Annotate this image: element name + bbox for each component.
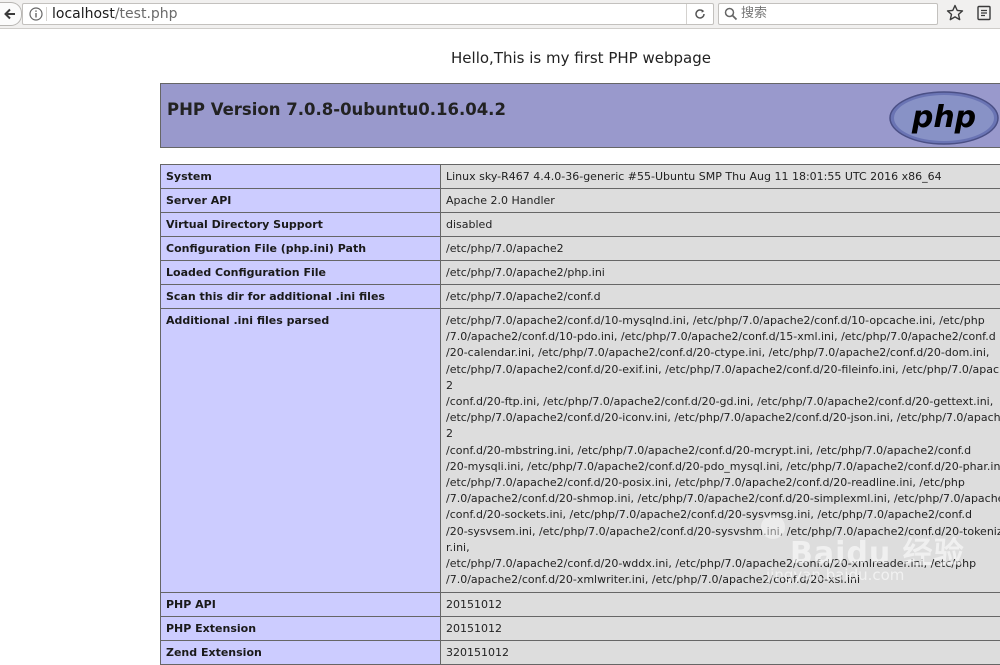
- reload-icon: [693, 7, 707, 21]
- table-row: System Linux sky-R467 4.4.0-36-generic #…: [161, 165, 1000, 189]
- back-button[interactable]: [0, 2, 22, 26]
- star-icon: [946, 4, 964, 22]
- ini-line: /conf.d/20-ftp.ini, /etc/php/7.0/apache2…: [446, 394, 1000, 410]
- reading-list-button[interactable]: [975, 4, 995, 24]
- row-value: disabled: [441, 213, 1000, 237]
- ini-line: /20-calendar.ini, /etc/php/7.0/apache2/c…: [446, 345, 1000, 361]
- table-row: Server API Apache 2.0 Handler: [161, 189, 1000, 213]
- table-row: PHP API 20151012: [161, 593, 1000, 617]
- ini-line: /7.0/apache2/conf.d/10-pdo.ini, /etc/php…: [446, 329, 1000, 345]
- url-text[interactable]: localhost/test.php: [52, 5, 178, 23]
- table-row: Virtual Directory Support disabled: [161, 213, 1000, 237]
- table-row: Zend Extension 320151012: [161, 641, 1000, 665]
- row-key: Virtual Directory Support: [161, 213, 441, 237]
- row-key: System: [161, 165, 441, 189]
- php-logo[interactable]: php: [888, 90, 1000, 146]
- php-info-table: System Linux sky-R467 4.4.0-36-generic #…: [160, 164, 1000, 665]
- php-version-header: PHP Version 7.0.8-0ubuntu0.16.04.2 php: [160, 83, 1000, 148]
- row-key: Server API: [161, 189, 441, 213]
- bookmark-button[interactable]: [946, 4, 966, 24]
- row-key: Configuration File (php.ini) Path: [161, 237, 441, 261]
- row-value: /etc/php/7.0/apache2: [441, 237, 1000, 261]
- row-key: PHP Extension: [161, 617, 441, 641]
- ini-line: /conf.d/20-mbstring.ini, /etc/php/7.0/ap…: [446, 443, 1000, 459]
- reading-list-icon: [975, 4, 993, 22]
- reload-button[interactable]: [686, 4, 713, 24]
- ini-line: /20-mysqli.ini, /etc/php/7.0/apache2/con…: [446, 459, 1000, 475]
- search-bar[interactable]: [718, 3, 938, 25]
- info-icon[interactable]: [29, 7, 43, 21]
- row-key: Additional .ini files parsed: [161, 309, 441, 593]
- row-value: Linux sky-R467 4.4.0-36-generic #55-Ubun…: [441, 165, 1000, 189]
- ini-line: /etc/php/7.0/apache2/conf.d/10-mysqlnd.i…: [446, 313, 1000, 329]
- url-bar[interactable]: localhost/test.php: [22, 3, 714, 25]
- row-key: Scan this dir for additional .ini files: [161, 285, 441, 309]
- ini-line: /etc/php/7.0/apache2/conf.d/20-posix.ini…: [446, 475, 1000, 491]
- ini-line: /7.0/apache2/conf.d/20-shmop.ini, /etc/p…: [446, 491, 1000, 507]
- search-input[interactable]: [741, 5, 931, 22]
- table-row: Loaded Configuration File /etc/php/7.0/a…: [161, 261, 1000, 285]
- browser-toolbar: localhost/test.php: [0, 0, 1000, 29]
- php-version-title: PHP Version 7.0.8-0ubuntu0.16.04.2: [167, 100, 506, 119]
- ini-line: /7.0/apache2/conf.d/20-xmlwriter.ini, /e…: [446, 572, 1000, 588]
- url-host: localhost: [52, 6, 115, 22]
- php-logo-text: php: [911, 100, 976, 135]
- back-arrow-icon: [3, 7, 17, 21]
- row-value: /etc/php/7.0/apache2/php.ini: [441, 261, 1000, 285]
- page-greeting: Hello,This is my first PHP webpage: [0, 48, 1000, 68]
- row-value: Apache 2.0 Handler: [441, 189, 1000, 213]
- row-key: Zend Extension: [161, 641, 441, 665]
- ini-line: /conf.d/20-sockets.ini, /etc/php/7.0/apa…: [446, 507, 1000, 523]
- ini-line: /etc/php/7.0/apache2/conf.d/20-exif.ini,…: [446, 362, 1000, 394]
- row-value: 320151012: [441, 641, 1000, 665]
- watermark-url: jingyan.baidu.com: [766, 566, 904, 584]
- ini-line: /etc/php/7.0/apache2/conf.d/20-iconv.ini…: [446, 410, 1000, 442]
- table-row: Configuration File (php.ini) Path /etc/p…: [161, 237, 1000, 261]
- url-path: /test.php: [115, 6, 178, 22]
- row-key: Loaded Configuration File: [161, 261, 441, 285]
- table-row: PHP Extension 20151012: [161, 617, 1000, 641]
- row-key: PHP API: [161, 593, 441, 617]
- search-icon: [724, 7, 738, 21]
- row-value: /etc/php/7.0/apache2/conf.d: [441, 285, 1000, 309]
- row-value: 20151012: [441, 593, 1000, 617]
- row-value: 20151012: [441, 617, 1000, 641]
- url-separator: [46, 7, 47, 21]
- table-row: Scan this dir for additional .ini files …: [161, 285, 1000, 309]
- baidu-watermark-icon: [758, 512, 788, 542]
